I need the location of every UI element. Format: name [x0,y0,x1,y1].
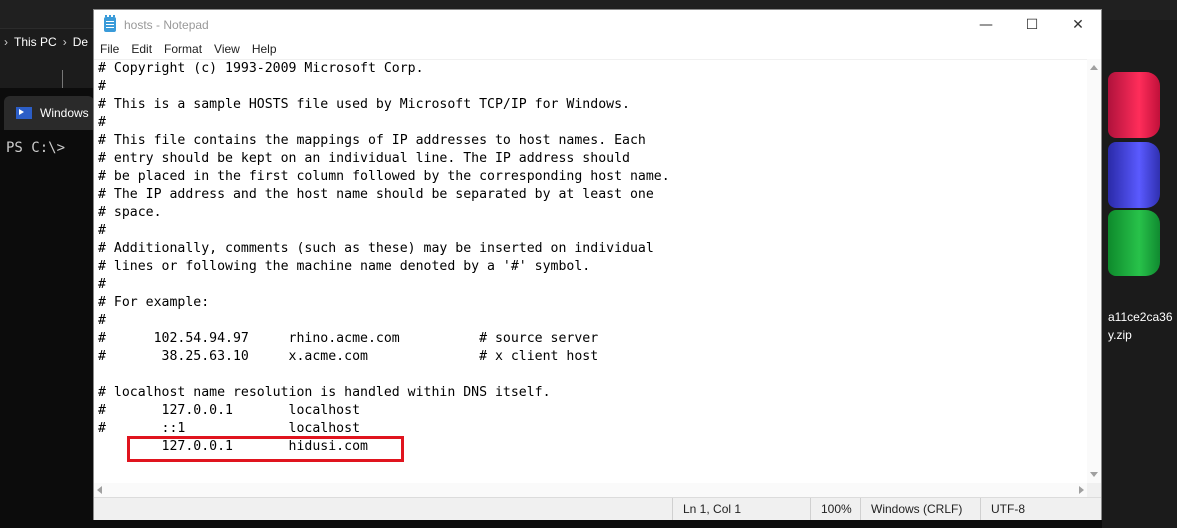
minimize-button[interactable]: — [963,10,1009,39]
menu-view[interactable]: View [208,42,246,56]
scroll-left-arrow-icon[interactable] [97,486,102,494]
divider [62,70,63,88]
window-controls: — ☐ ✕ [963,10,1101,39]
terminal-body[interactable] [0,130,100,528]
scroll-up-arrow-icon[interactable] [1090,65,1098,70]
status-position: Ln 1, Col 1 [672,498,810,520]
window-title: hosts - Notepad [124,17,209,32]
editor-line: # 102.54.94.97 rhino.acme.com # source s… [98,331,599,346]
archive-blue-icon [1108,142,1160,208]
archive-green-icon [1108,210,1160,276]
notepad-window: hosts - Notepad — ☐ ✕ File Edit Format V… [93,9,1102,520]
breadcrumb: › This PC › De [0,32,88,52]
scroll-right-arrow-icon[interactable] [1079,486,1084,494]
terminal-prompt: PS C:\> [6,140,66,156]
vertical-scrollbar[interactable] [1087,59,1101,483]
editor-line: # entry should be kept on an individual … [98,151,630,166]
editor-line: # For example: [98,295,210,310]
chevron-right-icon: › [62,35,67,49]
status-bar: Ln 1, Col 1 100% Windows (CRLF) UTF-8 [94,497,1101,520]
menu-bar: File Edit Format View Help [94,39,1101,59]
close-button[interactable]: ✕ [1055,10,1101,39]
editor-line: # Additionally, comments (such as these)… [98,241,654,256]
editor-line: # be placed in the first column followed… [98,169,670,184]
menu-help[interactable]: Help [246,42,283,56]
editor-line: # Copyright (c) 1993-2009 Microsoft Corp… [98,61,424,76]
terminal-tab[interactable]: Windows [4,96,94,130]
chevron-right-icon: › [4,35,8,49]
title-bar[interactable]: hosts - Notepad — ☐ ✕ [94,10,1101,39]
editor-line: # localhost name resolution is handled w… [98,385,551,400]
status-zoom: 100% [810,498,860,520]
text-editor[interactable]: # Copyright (c) 1993-2009 Microsoft Corp… [94,59,1087,484]
editor-line: # 127.0.0.1 localhost [98,403,361,418]
scrollbar-corner [1087,483,1101,497]
notepad-icon [104,15,116,32]
status-line-ending: Windows (CRLF) [860,498,980,520]
editor-line: # 38.25.63.10 x.acme.com # x client host [98,349,599,364]
powershell-icon [16,107,32,119]
menu-edit[interactable]: Edit [125,42,158,56]
menu-format[interactable]: Format [158,42,208,56]
editor-line: # [98,115,106,130]
editor-line: # This is a sample HOSTS file used by Mi… [98,97,630,112]
editor-line: # [98,223,106,238]
editor-line: # space. [98,205,162,220]
status-encoding: UTF-8 [980,498,1101,520]
editor-line: # [98,277,106,292]
zip-name-line-2: y.zip [1108,328,1132,342]
zip-file-label[interactable]: a11ce2ca36 y.zip [1108,308,1173,344]
menu-file[interactable]: File [94,42,125,56]
breadcrumb-desktop[interactable]: De [73,35,88,49]
archive-red-icon [1108,72,1160,138]
scroll-down-arrow-icon[interactable] [1090,472,1098,477]
highlight-annotation-box [127,436,404,462]
editor-line: # The IP address and the host name shoul… [98,187,654,202]
horizontal-scrollbar[interactable] [94,483,1087,497]
maximize-button[interactable]: ☐ [1009,10,1055,39]
editor-line: # lines or following the machine name de… [98,259,591,274]
editor-line: # [98,79,106,94]
editor-line: # This file contains the mappings of IP … [98,133,646,148]
terminal-tab-label: Windows [40,106,89,120]
zip-name-line-1: a11ce2ca36 [1108,310,1173,324]
breadcrumb-this-pc[interactable]: This PC [14,35,57,49]
editor-line: # [98,313,106,328]
